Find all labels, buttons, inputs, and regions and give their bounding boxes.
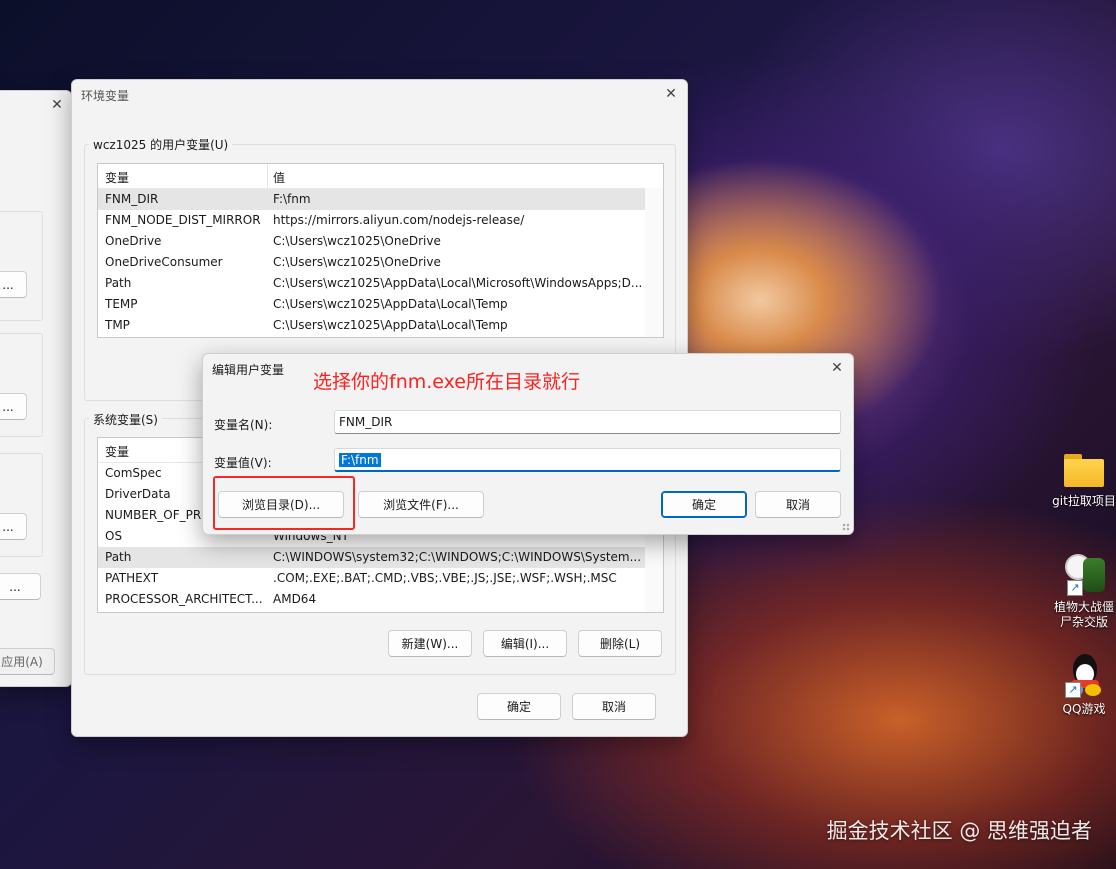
edit-variable-button[interactable]: 编辑(I)... [483, 630, 567, 657]
new-variable-button[interactable]: 新建(W)... [388, 630, 472, 657]
table-row[interactable]: OneDriveConsumer C:\Users\wcz1025\OneDriv… [98, 252, 645, 273]
user-variables-list[interactable]: 变量 值 FNM_DIR F:\fnm FNM_NODE_DIST_MIRROR h… [97, 163, 664, 338]
dialog-cancel-button[interactable]: 取消 [755, 491, 841, 518]
table-row[interactable]: TEMP C:\Users\wcz1025\AppData\Local\Temp [98, 294, 645, 315]
column-header-value[interactable]: 值 [273, 169, 285, 186]
ok-button[interactable]: 确定 [477, 693, 561, 720]
table-row[interactable]: Path C:\Users\wcz1025\AppData\Local\Micro… [98, 273, 645, 294]
desktop-icon-git[interactable]: git拉取项目 [1049, 452, 1116, 509]
user-variables-label: wcz1025 的用户变量(U) [89, 136, 233, 153]
variable-name-input[interactable]: FNM_DIR [334, 410, 841, 434]
cancel-button[interactable]: 取消 [572, 693, 656, 720]
bg-settings-button-1[interactable]: ... [0, 271, 27, 298]
close-icon[interactable]: ✕ [663, 86, 679, 102]
system-variables-label: 系统变量(S) [89, 411, 162, 428]
background-settings-window: ✕ ... ... ... ... 应用(A) [0, 90, 72, 687]
dialog-title: 编辑用户变量 [212, 363, 285, 377]
folder-icon [1062, 452, 1106, 488]
desktop-icon-pvz[interactable]: ↗ 植物大战僵尸杂交版 [1049, 550, 1116, 630]
bg-group-1 [0, 211, 43, 321]
column-header-variable[interactable]: 变量 [105, 169, 129, 186]
resize-grip-icon[interactable] [842, 523, 850, 531]
plant-game-icon: ↗ [1061, 550, 1107, 596]
close-icon[interactable]: ✕ [829, 360, 845, 376]
table-row[interactable]: Path C:\WINDOWS\system32;C:\WINDOWS;C:\WI… [98, 547, 645, 568]
bg-settings-button-4[interactable]: ... [0, 573, 41, 600]
list-header: 变量 值 [98, 164, 663, 189]
window-title: 环境变量 [81, 89, 130, 103]
table-row[interactable]: TMP C:\Users\wcz1025\AppData\Local\Temp [98, 315, 645, 336]
annotation-text: 选择你的fnm.exe所在目录就行 [313, 371, 580, 393]
table-row[interactable]: FNM_NODE_DIST_MIRROR https://mirrors.aliy… [98, 210, 645, 231]
column-divider[interactable] [267, 164, 268, 188]
highlight-box [213, 476, 355, 530]
dialog-ok-button[interactable]: 确定 [661, 491, 747, 518]
variable-name-label: 变量名(N): [214, 418, 273, 432]
close-icon[interactable]: ✕ [49, 97, 65, 113]
column-header-variable[interactable]: 变量 [105, 443, 129, 460]
bg-group-2 [0, 333, 43, 437]
delete-variable-button[interactable]: 删除(L) [578, 630, 662, 657]
qq-penguin-icon: ↗ [1061, 652, 1107, 698]
apply-button[interactable]: 应用(A) [0, 648, 55, 675]
browse-file-button[interactable]: 浏览文件(F)... [358, 491, 484, 518]
bg-settings-button-2[interactable]: ... [0, 393, 27, 420]
scrollbar[interactable] [645, 188, 663, 337]
desktop-icon-qq-game[interactable]: ↗ QQ游戏 [1049, 652, 1116, 717]
variable-value-input[interactable]: F:\fnm [334, 448, 841, 472]
title-bar: 环境变量 ✕ [72, 80, 687, 108]
table-row[interactable]: FNM_DIR F:\fnm [98, 189, 645, 210]
variable-value-label: 变量值(V): [214, 456, 272, 470]
table-row[interactable]: PROCESSOR_ARCHITECT... AMD64 [98, 589, 645, 610]
bg-group-3 [0, 453, 43, 557]
table-row[interactable]: PATHEXT .COM;.EXE;.BAT;.CMD;.VBS;.VBE;.JS… [98, 568, 645, 589]
table-row[interactable]: OneDrive C:\Users\wcz1025\OneDrive [98, 231, 645, 252]
watermark: 掘金技术社区 @ 思维强迫者 [826, 819, 1092, 843]
bg-settings-button-3[interactable]: ... [0, 513, 27, 540]
